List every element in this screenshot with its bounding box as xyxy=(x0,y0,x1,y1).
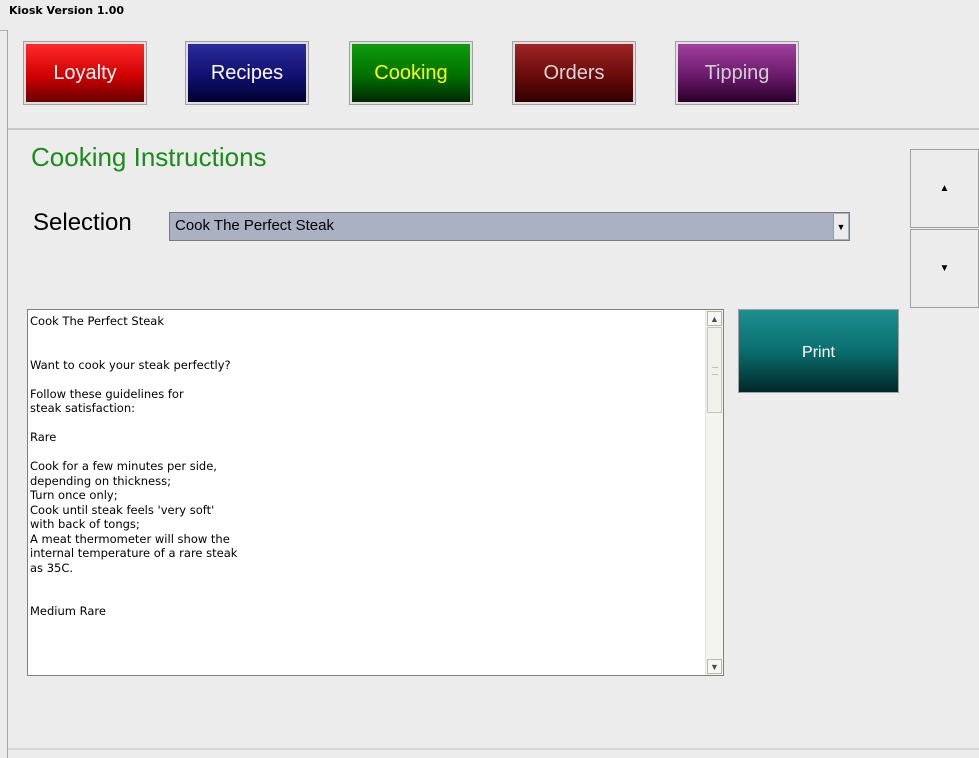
page-title: Cooking Instructions xyxy=(31,142,267,172)
cooking-button[interactable]: Cooking xyxy=(349,41,473,105)
bottom-divider xyxy=(8,748,979,750)
grip-icon xyxy=(712,367,718,375)
down-arrow-icon: ▼ xyxy=(939,263,950,274)
textarea-scrollbar[interactable]: ▲ ▼ xyxy=(705,310,723,675)
scrollbar-up-icon[interactable]: ▲ xyxy=(707,311,722,326)
up-arrow-icon: ▲ xyxy=(939,183,950,194)
scroll-down-button[interactable]: ▼ xyxy=(910,229,979,308)
orders-button[interactable]: Orders xyxy=(512,41,636,105)
frame-edge xyxy=(7,30,8,758)
title-bar: Kiosk Version 1.00 xyxy=(0,0,979,31)
selection-dropdown[interactable]: Cook The Perfect Steak ▼ xyxy=(169,212,850,241)
tipping-button[interactable]: Tipping xyxy=(675,41,799,105)
scroll-up-button[interactable]: ▲ xyxy=(910,149,979,228)
window-title: Kiosk Version 1.00 xyxy=(9,4,125,17)
chevron-down-icon[interactable]: ▼ xyxy=(833,214,848,239)
scrollbar-thumb[interactable] xyxy=(707,327,722,413)
loyalty-button[interactable]: Loyalty xyxy=(23,41,147,105)
print-button[interactable]: Print xyxy=(738,309,899,393)
recipes-button[interactable]: Recipes xyxy=(185,41,309,105)
selection-value: Cook The Perfect Steak xyxy=(175,217,334,234)
instructions-text: Cook The Perfect Steak Want to cook your… xyxy=(30,314,238,618)
scrollbar-down-icon[interactable]: ▼ xyxy=(707,659,722,674)
nav-toolbar: Loyalty Recipes Cooking Orders Tipping xyxy=(8,30,979,130)
selection-label: Selection xyxy=(33,209,132,236)
kiosk-window: Kiosk Version 1.00 Loyalty Recipes Cooki… xyxy=(0,0,979,758)
instructions-textarea[interactable]: Cook The Perfect Steak Want to cook your… xyxy=(27,309,724,676)
